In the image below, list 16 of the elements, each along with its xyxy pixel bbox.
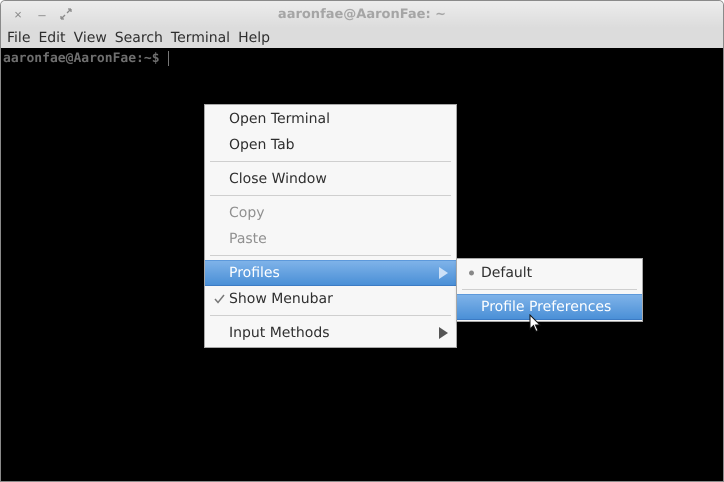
menu-item[interactable]: Open Tab xyxy=(205,132,456,158)
menu-bar-item[interactable]: File xyxy=(3,27,34,48)
menu-item[interactable]: Default xyxy=(457,260,642,286)
menu-bar-item[interactable]: Edit xyxy=(34,27,70,48)
window-title: aaronfae@AaronFae: ~ xyxy=(278,6,446,22)
maximize-icon[interactable] xyxy=(58,6,74,22)
menu-item[interactable]: Show Menubar xyxy=(205,286,456,312)
terminal-prompt: aaronfae@AaronFae:~$ xyxy=(3,51,160,66)
menu-bar-item[interactable]: View xyxy=(70,27,111,48)
menu-item[interactable]: Open Terminal xyxy=(205,106,456,132)
text-cursor xyxy=(168,51,169,66)
menu-bar-item[interactable]: Search xyxy=(110,27,167,48)
menu-bar-item[interactable]: Terminal xyxy=(166,27,234,48)
menu-item[interactable]: Close Window xyxy=(205,166,456,192)
menu-item[interactable]: Input Methods xyxy=(205,320,456,346)
menu-bar-item[interactable]: Help xyxy=(234,27,274,48)
